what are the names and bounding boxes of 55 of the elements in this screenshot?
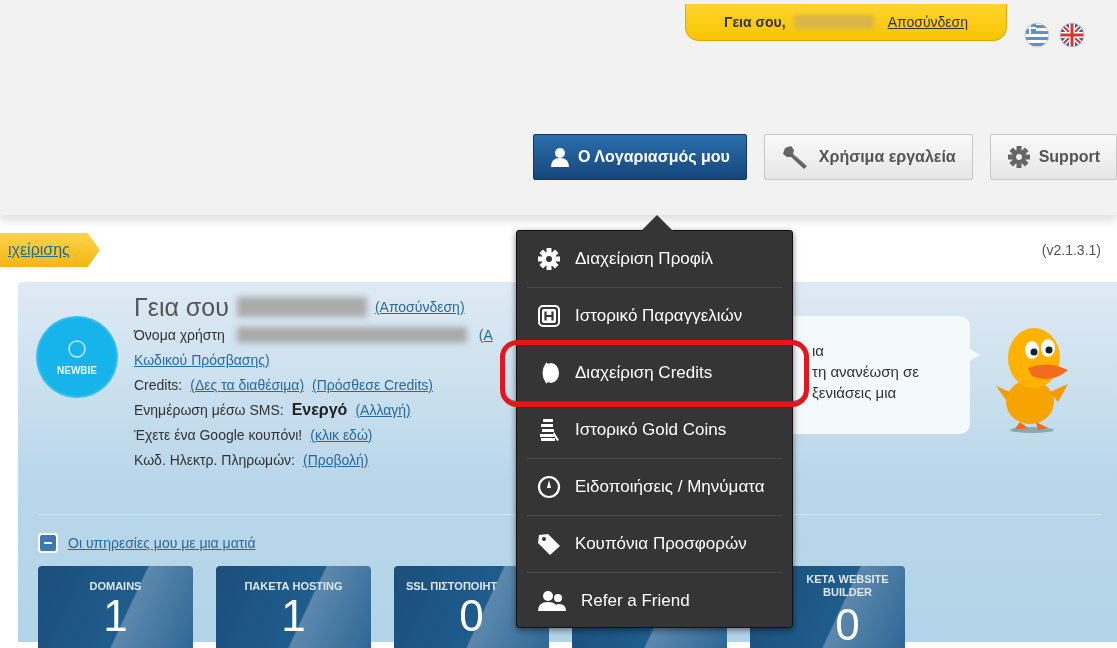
tile-count: 1	[103, 593, 128, 639]
tag-icon	[537, 532, 561, 556]
nav-button[interactable]: Ο Λογαριασμός μου	[533, 134, 747, 180]
info-label: Ενημέρωση μέσω SMS:	[134, 401, 284, 418]
tile-label: DOMAINS	[89, 580, 142, 593]
tile-label: ΠΑΚΕΤΑ HOSTING	[244, 580, 343, 593]
info-link[interactable]: (Αλλαγή)	[355, 401, 411, 418]
badge-label: NEWBIE	[57, 364, 97, 376]
uk-flag-icon	[1059, 22, 1085, 48]
h-box-icon	[537, 304, 561, 328]
tile-label: SSL ΠΙΣΤΟΠΟΙΗΤ	[406, 580, 498, 593]
info-label: Credits:	[134, 376, 183, 393]
nav-button[interactable]: Support	[989, 134, 1117, 180]
ring-icon	[67, 338, 87, 359]
status-value: Ενεργό	[291, 400, 348, 419]
logout-link[interactable]: (Αποσύνδεση)	[374, 299, 465, 315]
tile-count: 0	[835, 599, 860, 648]
bubble-text: τη ανανέωση σε	[812, 362, 920, 382]
info-link[interactable]: (Πρόσθεσε Credits)	[312, 376, 433, 393]
people-icon	[537, 589, 567, 613]
logout-link[interactable]: Αποσύνδεση	[887, 14, 968, 30]
version-text: (v2.1.3.1)	[1041, 242, 1101, 258]
breadcrumb-link[interactable]: ιχείρισης	[0, 233, 100, 267]
greek-flag-icon	[1024, 22, 1050, 48]
collapse-toggle[interactable]	[38, 533, 58, 553]
clock-icon	[537, 475, 561, 499]
coin-stack-icon	[537, 418, 561, 442]
info-label: Κωδ. Ηλεκτρ. Πληρωμών:	[134, 451, 295, 468]
menu-item[interactable]: Refer a Friend	[527, 573, 782, 629]
info-link[interactable]: (Δες τα διαθέσιμα)	[190, 376, 305, 393]
nav-button[interactable]: Χρήσιμα εργαλεία	[763, 134, 973, 180]
info-link[interactable]: Κωδικού Πρόσβασης)	[134, 351, 270, 368]
menu-item[interactable]: Ειδοποιήσεις / Μηνύματα	[527, 459, 782, 516]
info-link[interactable]: (Προβολή)	[303, 451, 369, 468]
greeting-text: Γεια σου,	[724, 14, 786, 30]
bubble-text: ια	[812, 341, 825, 361]
services-link[interactable]: Οι υπηρεσίες μου με μια ματιά	[68, 535, 256, 551]
info-link[interactable]: (Α	[478, 326, 493, 343]
bubble-text: ξενιάσεις μια	[812, 383, 898, 403]
gear-icon	[537, 247, 561, 271]
tile-count: 0	[459, 593, 484, 639]
info-link[interactable]: (κλικ εδώ)	[310, 426, 373, 443]
menu-item[interactable]: Διαχείριση Προφίλ	[527, 231, 782, 288]
gear-icon	[1006, 145, 1031, 169]
tile-count: 1	[281, 593, 306, 639]
tile-label: BUILDER	[822, 586, 873, 599]
user-icon	[550, 146, 571, 168]
menu-item[interactable]: Ιστορικό Παραγγελιών	[527, 288, 782, 345]
menu-item[interactable]: Διαχείριση Credits	[505, 345, 804, 402]
profile-greeting: Γεια σου	[134, 292, 229, 322]
menu-item[interactable]: Ιστορικό Gold Coins	[527, 402, 782, 459]
menu-item[interactable]: Κουπόνια Προσφορών	[527, 516, 782, 573]
info-label: Έχετε ένα Google κουπόνι!	[134, 426, 303, 443]
tile-label: ΚΕΤΑ WEBSITE	[806, 573, 889, 586]
info-label: Όνομα χρήστη	[134, 326, 225, 343]
